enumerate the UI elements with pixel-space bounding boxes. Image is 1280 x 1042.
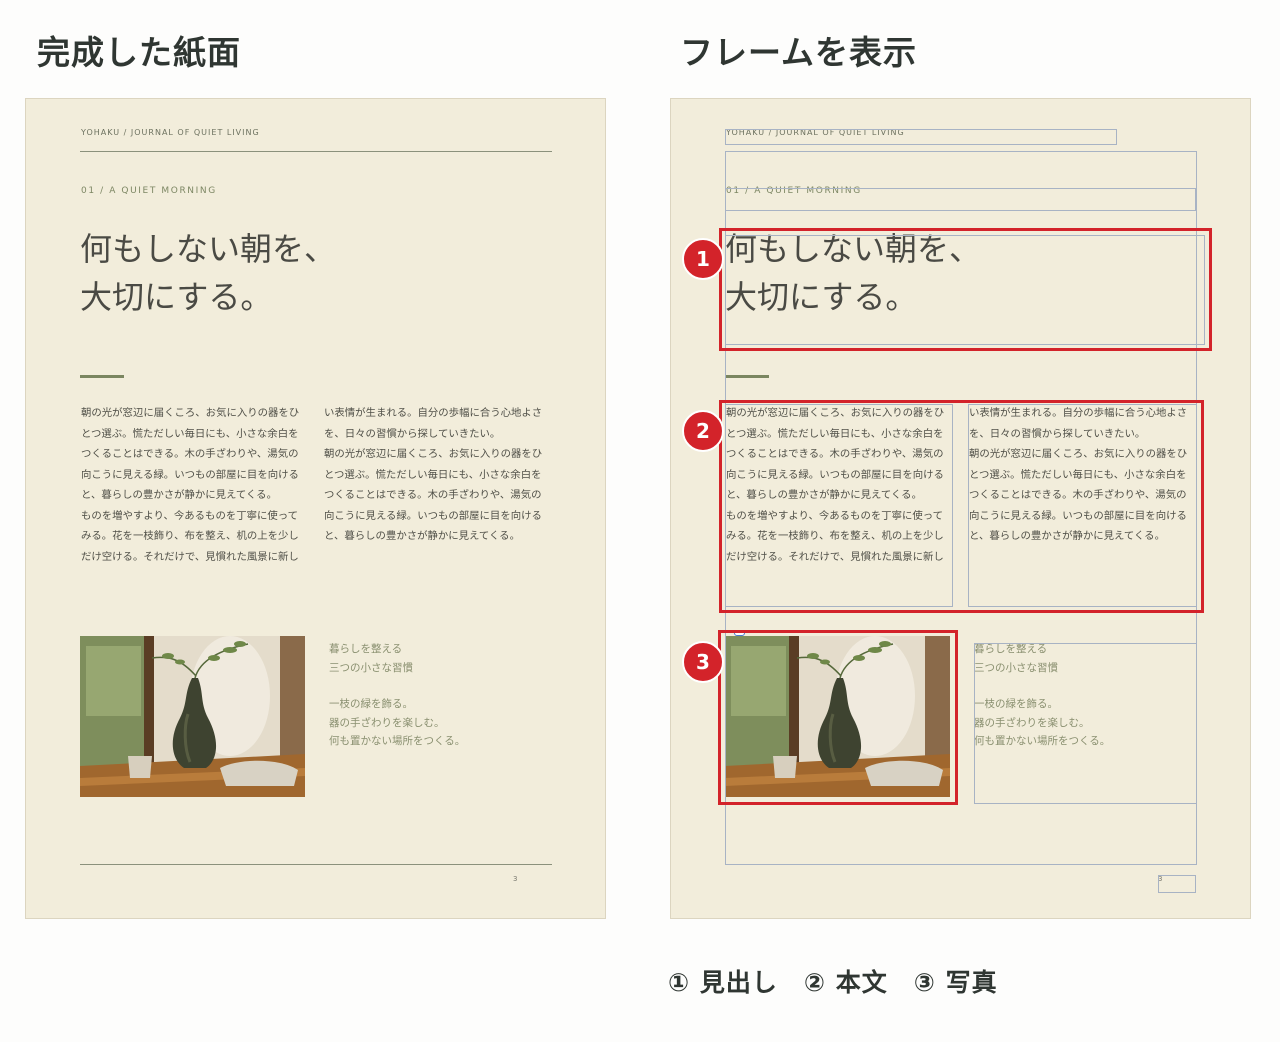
accent-rule [80, 375, 124, 378]
page-number: 3 [513, 875, 518, 883]
caption-title-2: 三つの小さな習慣 [329, 661, 413, 674]
caption-title-2: 三つの小さな習慣 [974, 661, 1058, 674]
caption-item-3: 何も置かない場所をつくる。 [329, 735, 466, 747]
headline: 何もしない朝を、 大切にする。 [80, 225, 336, 321]
caption-item-1: 一枝の緑を飾る。 [329, 698, 413, 710]
badge-3: 3 [682, 641, 724, 683]
running-head: YOHAKU / JOURNAL OF QUIET LIVING [81, 128, 260, 137]
finished-page: YOHAKU / JOURNAL OF QUIET LIVING 01 / A … [25, 98, 606, 919]
body-column-2: い表情が生まれる。自分の歩幅に合う心地よさ を、日々の習慣から探していきたい。 … [324, 407, 543, 542]
headline-line-1: 何もしない朝を、 [80, 230, 337, 268]
legend: ① 見出し ② 本文 ③ 写真 [668, 968, 998, 997]
highlight-body [719, 400, 1204, 613]
caption-item-1: 一枝の緑を飾る。 [974, 698, 1058, 710]
page-number: 3 [1158, 875, 1163, 883]
highlight-photo [718, 630, 958, 805]
photo-caption: 暮らしを整える 三つの小さな習慣 一枝の緑を飾る。 器の手ざわりを楽しむ。 何も… [329, 640, 465, 751]
footer-rule [80, 864, 552, 865]
badge-2: 2 [682, 410, 724, 452]
footer-rule [725, 864, 1197, 865]
header-rule [725, 151, 1197, 152]
highlight-headline [719, 228, 1212, 351]
accent-rule [725, 375, 769, 378]
photo-caption: 暮らしを整える 三つの小さな習慣 一枝の緑を飾る。 器の手ざわりを楽しむ。 何も… [974, 640, 1110, 751]
finished-page-label: 完成した紙面 [37, 33, 241, 72]
header-rule [80, 151, 552, 152]
body-column-1: 朝の光が窓辺に届くころ、お気に入りの器をひ とつ選ぶ。慌ただしい毎日にも、小さな… [81, 407, 300, 563]
caption-item-2: 器の手ざわりを楽しむ。 [329, 716, 445, 729]
folio-frame [1158, 875, 1196, 893]
kicker: 01 / A QUIET MORNING [726, 186, 862, 196]
frames-page: YOHAKU / JOURNAL OF QUIET LIVING 01 / A … [670, 98, 1251, 919]
caption-title-1: 暮らしを整える [974, 643, 1048, 655]
vase-photo [80, 636, 305, 797]
caption-item-3: 何も置かない場所をつくる。 [974, 735, 1111, 747]
caption-item-2: 器の手ざわりを楽しむ。 [974, 716, 1090, 729]
running-head: YOHAKU / JOURNAL OF QUIET LIVING [726, 128, 905, 137]
kicker: 01 / A QUIET MORNING [81, 186, 217, 196]
badge-1: 1 [682, 238, 724, 280]
headline-line-2: 大切にする。 [80, 278, 273, 316]
caption-title-1: 暮らしを整える [329, 643, 403, 655]
frames-view-label: フレームを表示 [680, 33, 918, 72]
